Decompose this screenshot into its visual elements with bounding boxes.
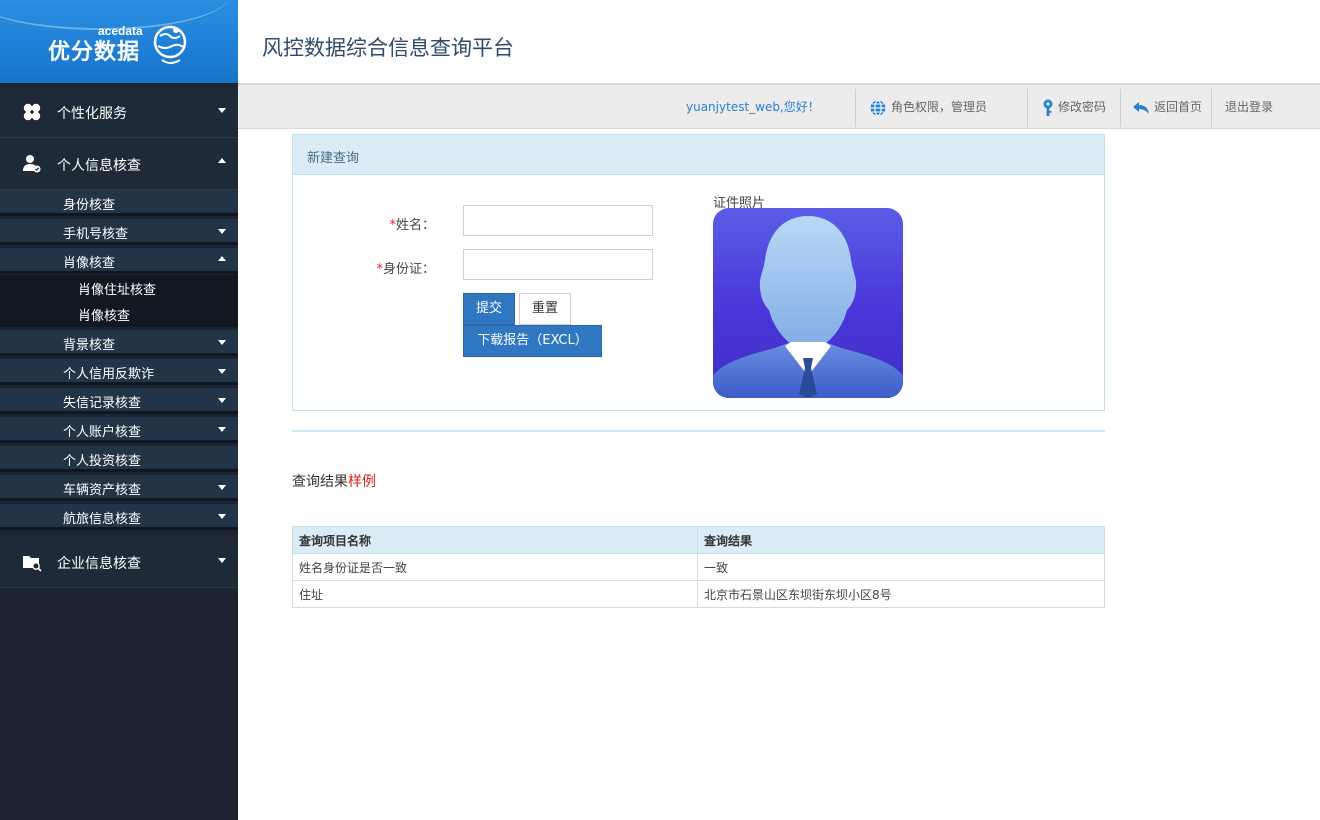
sidebar-item-phone-check[interactable]: 手机号核查 [0, 219, 238, 245]
chevron-down-icon [218, 427, 226, 432]
sidebar-item-background-check[interactable]: 背景核查 [0, 330, 238, 356]
sidebar-subitem-portrait[interactable]: 肖像核查 [0, 301, 238, 327]
chevron-down-icon [218, 369, 226, 374]
table-cell: 北京市石景山区东坝街东坝小区8号 [697, 580, 1105, 608]
sidebar-item-investment-check[interactable]: 个人投资核查 [0, 446, 238, 472]
change-password-label: 修改密码 [1058, 100, 1107, 114]
top-toolbar: yuanjytest_web,您好！ 角色权限，管理员 修改密码 返回首页 退出… [238, 83, 1320, 129]
sidebar-item-label: 手机号核查 [63, 227, 129, 242]
download-report-button[interactable]: 下载报告（EXCL） [463, 325, 602, 357]
logout-link[interactable]: 退出登录 [1225, 85, 1273, 129]
sidebar-subitem-label: 肖像核查 [78, 309, 131, 324]
globe-icon [153, 25, 187, 64]
table-cell: 一致 [697, 553, 1105, 581]
sidebar-section-enterprise-check[interactable]: 企业信息核查 [0, 536, 238, 588]
name-label: *姓名： [335, 214, 435, 233]
result-title-text: 查询结果 [292, 474, 348, 490]
chevron-up-icon [218, 158, 226, 163]
table-cell: 住址 [292, 580, 698, 608]
table-row: 住址 北京市石景山区东坝街东坝小区8号 [292, 580, 1105, 608]
name-label-text: 姓名： [395, 218, 435, 233]
key-icon [1043, 99, 1053, 116]
sidebar-subitem-label: 肖像住址核查 [78, 283, 157, 298]
sidebar-section-label: 个性化服务 [57, 106, 127, 122]
globe-icon [870, 99, 886, 116]
id-photo [713, 208, 903, 398]
person-silhouette-icon [713, 216, 903, 398]
role-permission-label: 角色权限，管理员 [891, 100, 988, 114]
chevron-down-icon [218, 108, 226, 113]
toolbar-divider [1120, 89, 1121, 127]
page-title: 风控数据综合信息查询平台 [262, 36, 514, 60]
sidebar-item-flight-check[interactable]: 航旅信息核查 [0, 504, 238, 530]
sidebar-item-account-check[interactable]: 个人账户核查 [0, 417, 238, 443]
sidebar-item-label: 身份核查 [63, 198, 116, 213]
app-window: acedata 优分数据 风控数据综合信息查询平台 yuanjytest_web… [0, 0, 1320, 820]
sidebar-item-label: 个人账户核查 [63, 425, 142, 440]
result-sample-tag: 样例 [348, 474, 376, 490]
chevron-up-icon [218, 256, 226, 261]
sidebar-item-identity-check[interactable]: 身份核查 [0, 190, 238, 216]
sidebar-item-label: 个人投资核查 [63, 454, 142, 469]
chevron-down-icon [218, 340, 226, 345]
table-header-row: 查询项目名称 查询结果 [292, 526, 1105, 554]
clover-icon [23, 103, 41, 121]
user-check-icon [23, 155, 41, 173]
sidebar-item-vehicle-check[interactable]: 车辆资产核查 [0, 475, 238, 501]
id-card-input[interactable] [463, 249, 653, 280]
sidebar-item-label: 个人信用反欺诈 [63, 367, 155, 382]
change-password-link[interactable]: 修改密码 [1042, 85, 1106, 129]
logo[interactable]: acedata 优分数据 [0, 0, 238, 83]
submit-button[interactable]: 提交 [463, 293, 515, 325]
table-row: 姓名身份证是否一致 一致 [292, 553, 1105, 581]
sidebar-section-label: 企业信息核查 [57, 556, 141, 572]
sidebar-item-label: 失信记录核查 [63, 396, 142, 411]
id-card-label: *身份证： [335, 258, 435, 277]
toolbar-divider [1211, 89, 1212, 127]
divider [292, 430, 1105, 432]
new-query-panel: 新建查询 *姓名： *身份证： 提交 重置 下载报告（EXCL） 证件照片 [292, 134, 1105, 411]
sidebar-section-personal-check[interactable]: 个人信息核查 [0, 138, 238, 190]
column-header: 查询结果 [697, 526, 1105, 554]
reply-arrow-icon [1133, 101, 1149, 114]
sidebar-item-label: 车辆资产核查 [63, 483, 142, 498]
result-title: 查询结果样例 [292, 471, 376, 491]
result-table: 查询项目名称 查询结果 姓名身份证是否一致 一致 住址 北京市石景山区东坝街东坝… [292, 526, 1105, 608]
sidebar-item-dishonest-record[interactable]: 失信记录核查 [0, 388, 238, 414]
name-input[interactable] [463, 205, 653, 236]
sidebar-item-label: 背景核查 [63, 338, 116, 353]
chevron-down-icon [218, 558, 226, 563]
sidebar-section-label: 个人信息核查 [57, 158, 141, 174]
back-home-link[interactable]: 返回首页 [1132, 85, 1202, 129]
chevron-down-icon [218, 485, 226, 490]
sidebar-subitem-portrait-address[interactable]: 肖像住址核查 [0, 275, 238, 301]
role-permission[interactable]: 角色权限，管理员 [869, 85, 987, 129]
toolbar-divider [1027, 89, 1028, 127]
table-cell: 姓名身份证是否一致 [292, 553, 698, 581]
sidebar: 个性化服务 个人信息核查 身份核查 手机号核查 肖像核查 肖像住址核查 肖像核查… [0, 83, 238, 820]
sidebar-item-label: 航旅信息核查 [63, 512, 142, 527]
id-card-label-text: 身份证： [382, 262, 435, 277]
toolbar-divider [855, 89, 856, 127]
sidebar-item-portrait-check[interactable]: 肖像核查 [0, 248, 238, 274]
sidebar-section-personalized[interactable]: 个性化服务 [0, 86, 238, 138]
chevron-down-icon [218, 229, 226, 234]
logo-brand: 优分数据 [48, 40, 141, 65]
user-greeting: yuanjytest_web,您好！ [686, 100, 820, 114]
column-header: 查询项目名称 [292, 526, 698, 554]
chevron-down-icon [218, 398, 226, 403]
header: 风控数据综合信息查询平台 [238, 0, 1320, 83]
panel-title: 新建查询 [293, 135, 1104, 175]
folder-search-icon [23, 556, 42, 572]
sidebar-item-label: 肖像核查 [63, 256, 116, 271]
chevron-down-icon [218, 514, 226, 519]
sidebar-item-credit-antifraud[interactable]: 个人信用反欺诈 [0, 359, 238, 385]
back-home-label: 返回首页 [1154, 100, 1203, 114]
reset-button[interactable]: 重置 [519, 293, 571, 325]
